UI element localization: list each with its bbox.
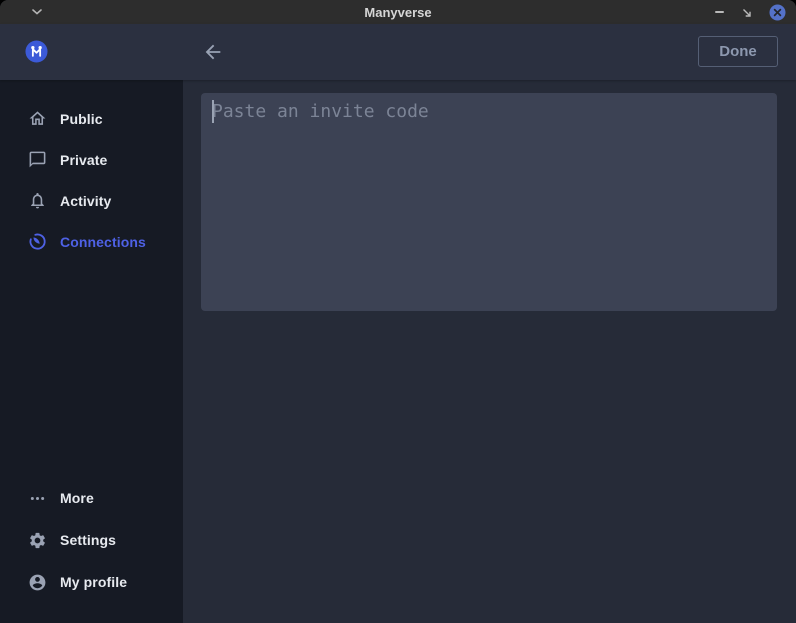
window-titlebar: Manyverse xyxy=(0,0,796,24)
sidebar-item-public[interactable]: Public xyxy=(0,98,183,139)
sidebar-item-label: Public xyxy=(60,111,103,127)
sidebar-bottom-group: More Settings My profile xyxy=(0,477,183,603)
window-menu-chevron-icon[interactable] xyxy=(32,9,42,15)
minimize-icon xyxy=(715,11,724,13)
back-button[interactable] xyxy=(202,41,224,63)
invite-code-area xyxy=(201,93,777,311)
message-icon xyxy=(28,150,47,169)
window-controls xyxy=(715,0,786,24)
restore-button[interactable] xyxy=(741,7,752,18)
manyverse-logo-icon xyxy=(25,40,48,63)
sidebar-item-private[interactable]: Private xyxy=(0,139,183,180)
sidebar-item-label: Connections xyxy=(60,234,146,250)
sidebar-item-label: Private xyxy=(60,152,107,168)
home-icon xyxy=(28,109,47,128)
sidebar-item-connections[interactable]: Connections xyxy=(0,221,183,262)
gear-icon xyxy=(28,531,47,550)
close-icon xyxy=(769,4,786,21)
sidebar-spacer xyxy=(0,262,183,477)
sidebar-item-label: My profile xyxy=(60,574,127,590)
sidebar-item-label: Activity xyxy=(60,193,111,209)
minimize-button[interactable] xyxy=(715,11,724,13)
arrow-left-icon xyxy=(202,41,224,63)
app-header: Done xyxy=(0,24,796,80)
sidebar-item-settings[interactable]: Settings xyxy=(0,519,183,561)
profile-icon xyxy=(28,573,47,592)
sidebar-item-more[interactable]: More xyxy=(0,477,183,519)
window-title: Manyverse xyxy=(0,5,796,20)
sidebar-item-label: More xyxy=(60,490,94,506)
sidebar-item-label: Settings xyxy=(60,532,116,548)
manyverse-window: Manyverse Done xyxy=(0,0,796,623)
sidebar-item-activity[interactable]: Activity xyxy=(0,180,183,221)
connections-icon xyxy=(28,232,47,251)
done-button[interactable]: Done xyxy=(698,36,778,67)
bell-icon xyxy=(28,191,47,210)
main-content xyxy=(183,80,796,623)
sidebar-item-my-profile[interactable]: My profile xyxy=(0,561,183,603)
sidebar: Public Private Activity Connections More… xyxy=(0,80,183,623)
invite-code-input[interactable] xyxy=(201,93,777,311)
close-button[interactable] xyxy=(769,4,786,21)
sidebar-top-group: Public Private Activity Connections xyxy=(0,98,183,262)
more-dots-icon xyxy=(28,489,47,508)
restore-icon xyxy=(741,7,752,18)
